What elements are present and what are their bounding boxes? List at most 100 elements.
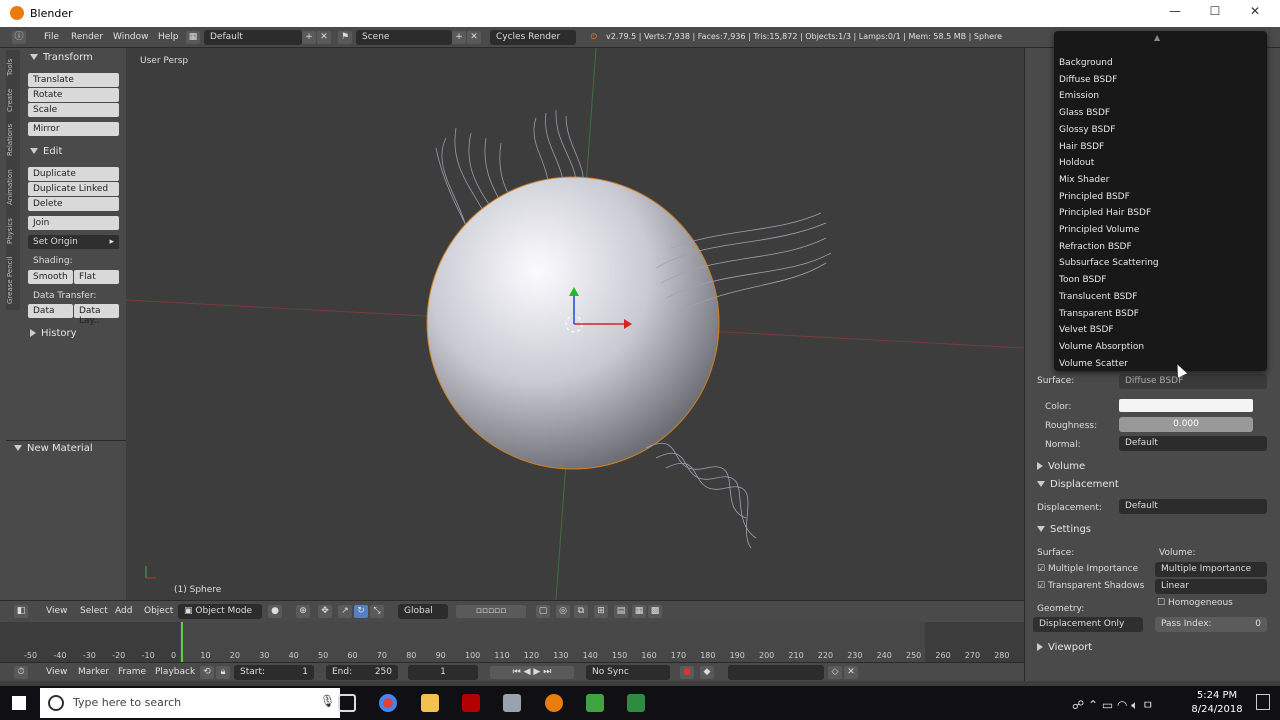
menu-frame[interactable]: Frame — [118, 667, 146, 677]
menu-item-hair-bsdf[interactable]: Hair BSDF — [1059, 142, 1104, 152]
menu-marker[interactable]: Marker — [78, 667, 109, 677]
menu-item-volume-absorption[interactable]: Volume Absorption — [1059, 342, 1144, 352]
clock-time[interactable]: 5:24 PM — [1192, 690, 1242, 701]
tab-animation[interactable]: Animation — [6, 164, 20, 210]
sync-mode-select[interactable]: No Sync — [586, 665, 670, 680]
layout-add-icon[interactable]: + — [302, 31, 316, 44]
sphere-object[interactable] — [426, 176, 720, 470]
menu-item-principled-bsdf[interactable]: Principled BSDF — [1059, 192, 1130, 202]
menu-item-emission[interactable]: Emission — [1059, 91, 1099, 101]
scene-add-icon[interactable]: + — [452, 31, 466, 44]
menu-item-volume-scatter[interactable]: Volume Scatter — [1059, 359, 1128, 369]
tab-relations[interactable]: Relations — [6, 120, 20, 160]
volume-panel-header[interactable]: Volume — [1037, 461, 1085, 472]
minimize-button[interactable]: — — [1160, 4, 1190, 18]
clock-date[interactable]: 8/24/2018 — [1188, 704, 1246, 715]
menu-item-translucent-bsdf[interactable]: Translucent BSDF — [1059, 292, 1137, 302]
keying-set-field[interactable] — [728, 665, 824, 680]
snap-element-icon[interactable]: ⊞ — [594, 605, 608, 618]
volume-sampling-select[interactable]: Multiple Importance — [1155, 562, 1267, 577]
layer-buttons-icon[interactable]: ▫▫▫▫▫ — [456, 605, 526, 618]
editor-type-icon[interactable]: ◧ — [14, 605, 28, 618]
data-layers-button[interactable]: Data Lay.. — [74, 304, 119, 326]
rotate-manipulator-icon[interactable]: ↻ — [354, 605, 368, 618]
menu-item-velvet-bsdf[interactable]: Velvet BSDF — [1059, 325, 1114, 335]
menu-playback[interactable]: Playback — [155, 667, 195, 677]
start-frame-field[interactable]: Start: 1 — [234, 665, 314, 680]
menu-item-principled-volume[interactable]: Principled Volume — [1059, 225, 1139, 235]
menu-object[interactable]: Object — [144, 606, 173, 616]
layout-selector[interactable]: Default — [204, 30, 302, 45]
tab-create[interactable]: Create — [6, 84, 20, 116]
taskbar-search[interactable]: Type here to search 🎙︎ — [40, 688, 340, 718]
scale-manipulator-icon[interactable]: ⤡ — [370, 605, 384, 618]
lock-icon[interactable]: 🔒︎ — [216, 666, 230, 679]
notifications-icon[interactable] — [1256, 694, 1270, 710]
multiple-importance-checkbox[interactable]: ☑ Multiple Importance — [1037, 564, 1138, 574]
surface-shader-select[interactable]: Diffuse BSDF — [1119, 374, 1267, 389]
file-explorer-icon[interactable] — [421, 694, 439, 712]
snap-icon[interactable]: ⧉ — [574, 605, 588, 618]
viewport-shading-icon[interactable]: ● — [268, 605, 282, 618]
delete-button[interactable]: Delete — [28, 197, 119, 211]
opengl-render-icon[interactable]: ▦ — [632, 605, 646, 618]
system-tray-icons[interactable]: ☍ ⌃ ▭ ◠ 🔈︎ ㅁ — [1072, 696, 1153, 713]
playback-controls-icon[interactable]: ⏮ ◀ ▶ ⏭ — [490, 666, 574, 679]
menu-item-background[interactable]: Background — [1059, 58, 1113, 68]
app-icon[interactable] — [503, 694, 521, 712]
current-frame-field[interactable]: 1 — [408, 665, 478, 680]
windows-start-icon[interactable] — [12, 696, 26, 710]
close-button[interactable]: ✕ — [1240, 4, 1270, 18]
duplicate-linked-button[interactable]: Duplicate Linked — [28, 182, 119, 196]
set-origin-select[interactable]: Set Origin ▸ — [28, 235, 119, 249]
scene-remove-icon[interactable]: ✕ — [467, 31, 481, 44]
render-preview-icon[interactable]: ▤ — [614, 605, 628, 618]
layout-grid-icon[interactable]: ▦ — [186, 31, 200, 44]
render-engine-select[interactable]: Cycles Render — [490, 30, 576, 45]
scale-button[interactable]: Scale — [28, 103, 119, 117]
settings-panel-header[interactable]: Settings — [1037, 524, 1091, 535]
editor-type-icon[interactable]: ⓘ — [12, 31, 26, 44]
smooth-button[interactable]: Smooth — [28, 270, 73, 284]
menu-window[interactable]: Window — [113, 32, 149, 42]
keying-set-icon[interactable]: ◆ — [700, 666, 714, 679]
duplicate-button[interactable]: Duplicate — [28, 167, 119, 181]
volume-interpolation-select[interactable]: Linear — [1155, 579, 1267, 594]
editor-type-icon[interactable]: ⏱ — [14, 666, 28, 679]
homogeneous-checkbox[interactable]: ☐ Homogeneous — [1157, 598, 1233, 608]
translate-button[interactable]: Translate — [28, 73, 119, 87]
displacement-panel-header[interactable]: Displacement — [1037, 479, 1119, 490]
microphone-icon[interactable]: 🎙︎ — [320, 694, 335, 708]
displacement-select[interactable]: Default — [1119, 499, 1267, 514]
menu-render[interactable]: Render — [71, 32, 103, 42]
normal-select[interactable]: Default — [1119, 436, 1267, 451]
edit-panel-header[interactable]: Edit — [30, 146, 62, 157]
end-frame-field[interactable]: End: 250 — [326, 665, 398, 680]
mirror-button[interactable]: Mirror — [28, 122, 119, 136]
new-material-panel-header[interactable]: New Material — [14, 443, 93, 454]
menu-item-transparent-bsdf[interactable]: Transparent BSDF — [1059, 309, 1139, 319]
pivot-point-icon[interactable]: ⊕ — [296, 605, 310, 618]
opengl-anim-icon[interactable]: ▩ — [648, 605, 662, 618]
data-button[interactable]: Data — [28, 304, 73, 318]
translate-manipulator-icon[interactable]: ↗ — [338, 605, 352, 618]
camtasia-icon[interactable] — [586, 694, 604, 712]
menu-view[interactable]: View — [46, 667, 67, 677]
proportional-edit-icon[interactable]: ◎ — [556, 605, 570, 618]
tab-grease-pencil[interactable]: Grease Pencil — [6, 252, 20, 308]
menu-item-diffuse-bsdf[interactable]: Diffuse BSDF — [1059, 75, 1117, 85]
record-icon[interactable]: ● — [680, 666, 694, 679]
shader-dropdown-menu[interactable]: ▲ Background Diffuse BSDF Emission Glass BS… — [1054, 31, 1267, 371]
history-panel-header[interactable]: History — [30, 328, 77, 339]
task-view-icon[interactable] — [338, 694, 356, 712]
displacement-method-select[interactable]: Displacement Only — [1033, 617, 1143, 632]
menu-item-glossy-bsdf[interactable]: Glossy BSDF — [1059, 125, 1115, 135]
insert-keyframe-icon[interactable]: ◇ — [828, 666, 842, 679]
acrobat-icon[interactable] — [462, 694, 480, 712]
manipulator-toggle-icon[interactable]: ✥ — [318, 605, 332, 618]
pass-index-field[interactable]: Pass Index: 0 — [1155, 617, 1267, 632]
camtasia-recorder-icon[interactable] — [627, 694, 645, 712]
roughness-slider[interactable]: 0.000 — [1119, 417, 1253, 432]
scene-icon[interactable]: ⚑ — [338, 31, 352, 44]
menu-file[interactable]: File — [44, 32, 59, 42]
